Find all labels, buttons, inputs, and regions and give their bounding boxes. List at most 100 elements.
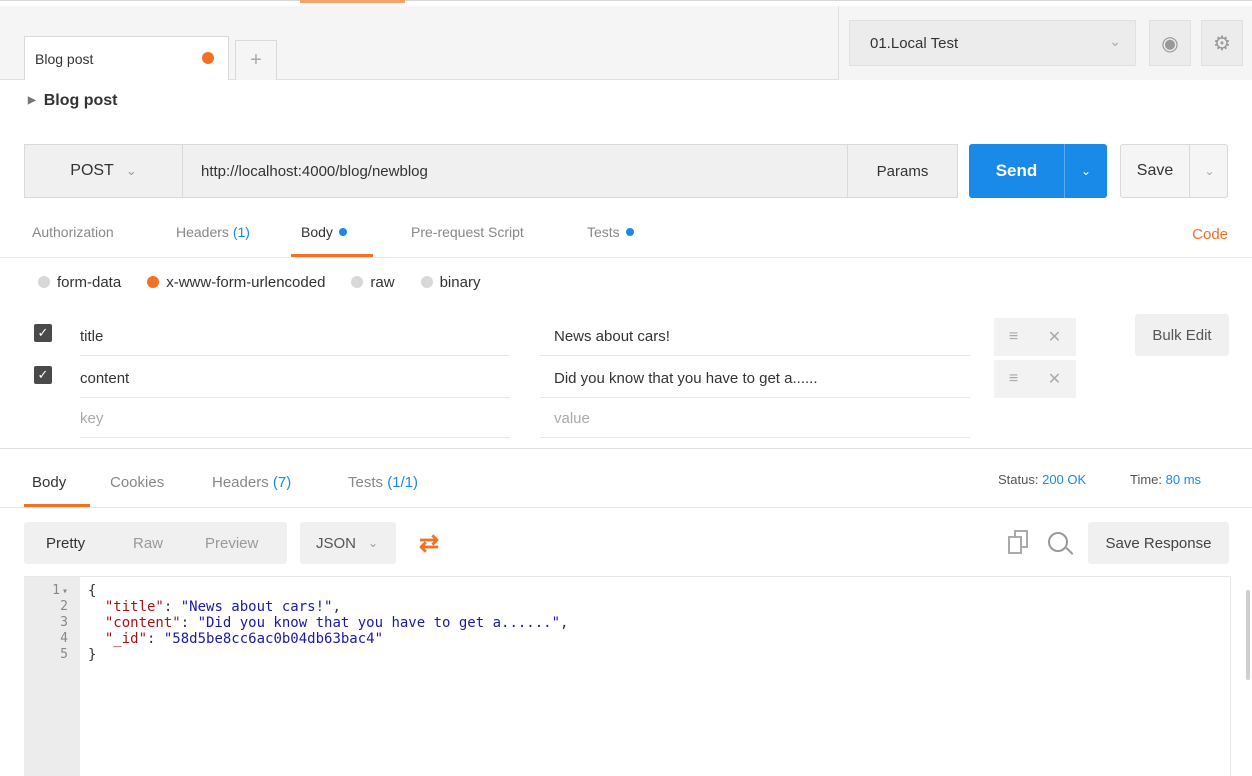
tab-authorization[interactable]: Authorization [32,224,114,240]
chevron-down-icon: ⌄ [1204,164,1215,178]
tab-label: Tests [587,224,620,240]
response-editor[interactable]: 1 ▾ 2 3 4 5 { "title": "News about cars!"… [24,576,1230,776]
tab-response-headers[interactable]: Headers (7) [212,474,291,491]
status-value: 200 OK [1042,472,1087,487]
save-dropdown-button[interactable]: ⌄ [1189,145,1229,197]
chevron-down-icon: ⌄ [1109,33,1121,49]
search-icon[interactable] [1046,530,1074,558]
tab-label: Headers [212,474,269,491]
chevron-down-icon: ⌄ [125,163,137,178]
tab-test-results[interactable]: Tests (1/1) [348,474,418,491]
settings-button[interactable]: ⚙ [1201,20,1243,66]
copy-icon[interactable] [1008,530,1032,556]
format-select[interactable]: JSON ⌄ [300,522,396,564]
new-tab-button[interactable]: + [235,40,277,80]
radio-form-data[interactable]: form-data [38,274,121,291]
close-icon[interactable]: ✕ [1048,369,1061,389]
request-name[interactable]: ▶ Blog post [28,92,117,110]
drag-handle-icon[interactable]: ≡ [1009,370,1018,388]
close-icon[interactable]: ✕ [1048,327,1061,347]
headers-count: (1) [232,224,250,240]
save-response-button[interactable]: Save Response [1088,522,1229,564]
request-tabs: Authorization Headers (1) Body Pre-reque… [0,212,1252,258]
tab-cookies[interactable]: Cookies [110,474,164,491]
param-value[interactable]: News about cars! [540,322,970,356]
preview-button[interactable]: Preview [205,522,258,564]
response-divider [0,448,1252,449]
raw-button[interactable]: Raw [133,522,163,564]
drag-handle-icon[interactable]: ≡ [1009,328,1018,346]
param-value[interactable]: Did you know that you have to get a.....… [540,364,970,398]
pretty-button[interactable]: Pretty [46,522,85,564]
save-button[interactable]: Save [1121,145,1189,197]
radio-label: form-data [57,273,122,291]
tab-label: Blog post [35,50,94,67]
chevron-down-icon: ⌄ [368,536,379,550]
value-input[interactable]: value [540,404,970,438]
status-label: Status: [998,472,1039,487]
time-readout: Time: 80 ms [1130,472,1201,487]
params-button[interactable]: Params [847,145,957,197]
param-key[interactable]: content [80,364,510,398]
view-mode-group: Pretty Raw Preview [24,522,287,564]
time-value: 80 ms [1165,472,1202,487]
environment-panel: 01.Local Test ⌄ ◉ ⚙ [838,6,1252,80]
body-type-radios: form-data x-www-form-urlencoded raw bina… [38,270,506,294]
code-line: { [88,583,97,599]
expand-triangle-icon: ▶ [28,95,36,106]
radio-icon [351,276,364,288]
send-button-group: Send ⌄ [969,144,1107,198]
param-key[interactable]: title [80,322,510,356]
scrollbar[interactable] [1246,590,1250,680]
radio-binary[interactable]: binary [420,273,481,291]
fold-arrow-icon[interactable]: ▾ [62,586,68,597]
line-number: 3 [60,615,68,630]
format-label: JSON [316,534,357,552]
line-number: 5 [60,647,68,662]
gear-icon: ⚙ [1213,32,1231,55]
tab-blog-post[interactable]: Blog post [24,36,229,80]
url-input[interactable] [183,145,847,197]
code-line: "_id": "58d5be8cc6ac0b04db63bac4" [104,631,384,647]
code-line: "title": "News about cars!", [104,599,341,615]
environment-label: 01.Local Test [870,34,959,52]
line-number: 4 [60,631,68,646]
param-actions: ≡ ✕ [994,318,1076,356]
bulk-edit-button[interactable]: Bulk Edit [1135,314,1229,356]
wrap-lines-button[interactable]: ⇄ [412,526,446,560]
top-accent [300,0,405,3]
tab-tests[interactable]: Tests [587,224,634,240]
tab-label: Body [32,474,67,491]
tab-headers[interactable]: Headers (1) [176,224,250,240]
radio-raw[interactable]: raw [351,273,395,291]
tab-label: Authorization [32,224,114,240]
send-dropdown-button[interactable]: ⌄ [1064,144,1107,198]
environment-select[interactable]: 01.Local Test ⌄ [849,20,1136,66]
radio-label: raw [370,273,395,291]
headers-count: (7) [272,474,292,491]
tab-response-body[interactable]: Body [32,474,66,491]
code-link[interactable]: Code [1192,226,1228,243]
eye-button[interactable]: ◉ [1149,20,1191,66]
radio-x-www-form-urlencoded[interactable]: x-www-form-urlencoded [147,274,325,291]
code-line: } [88,647,97,663]
param-row: ✓ title News about cars! ≡ ✕ [0,318,1252,362]
eye-icon: ◉ [1161,32,1179,55]
line-number: 2 [60,599,68,614]
tab-label: Tests [348,474,384,491]
param-checkbox[interactable]: ✓ [34,324,52,342]
radio-icon [38,276,50,288]
tab-label: Headers [176,224,229,240]
tab-label: Body [301,224,333,240]
param-checkbox[interactable]: ✓ [34,366,52,384]
tab-prerequest-script[interactable]: Pre-request Script [411,224,524,240]
method-select[interactable]: POST ⌄ [25,145,183,197]
radio-label: binary [439,273,481,291]
indicator-dot-icon [625,228,634,236]
param-actions: ≡ ✕ [994,360,1076,398]
active-tab-underline [291,254,373,257]
key-input[interactable]: key [80,404,510,438]
line-number: 1 ▾ [52,583,68,598]
tab-body[interactable]: Body [301,224,347,240]
send-button[interactable]: Send [969,144,1064,198]
